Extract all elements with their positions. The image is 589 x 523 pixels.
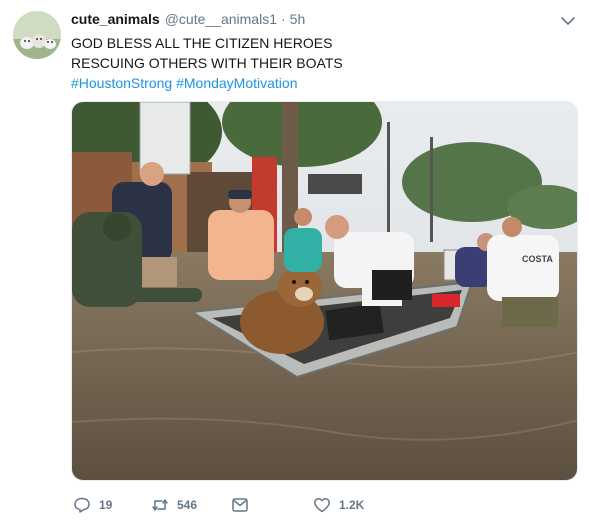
- reply-icon: [74, 497, 90, 513]
- direct-message-icon: [232, 498, 248, 512]
- heart-icon: [314, 498, 330, 513]
- timestamp[interactable]: 5h: [290, 11, 306, 27]
- reply-button[interactable]: 19: [73, 492, 112, 518]
- chevron-down-icon[interactable]: [559, 12, 577, 30]
- separator: ·: [281, 11, 286, 27]
- tweet-photo[interactable]: COSTA: [71, 101, 578, 481]
- avatar[interactable]: [13, 11, 61, 59]
- user-handle[interactable]: @cute__animals1: [165, 11, 277, 27]
- tweet-actions: 19 546 1.2K: [71, 492, 578, 518]
- hashtag-mondaymotivation[interactable]: #MondayMotivation: [176, 75, 297, 91]
- retweet-count: 546: [177, 498, 198, 512]
- costa-shirt-logo: COSTA: [522, 254, 553, 264]
- like-button[interactable]: 1.2K: [313, 492, 364, 518]
- retweet-icon: [152, 499, 168, 511]
- retweet-button[interactable]: 546: [151, 492, 197, 518]
- tweet-card[interactable]: cute_animals @cute__animals1 · 5h GOD BL…: [0, 0, 589, 523]
- like-count: 1.2K: [339, 498, 365, 512]
- tweet-header: cute_animals @cute__animals1 · 5h: [71, 11, 305, 31]
- tweet-text-line-1: GOD BLESS ALL THE CITIZEN HEROES: [71, 35, 333, 51]
- hashtags: #HoustonStrong #MondayMotivation: [71, 73, 571, 93]
- avatar-image: [13, 11, 61, 59]
- reply-count: 19: [99, 498, 113, 512]
- photo-flood-rescue: COSTA: [72, 102, 577, 480]
- hashtag-houstonstrong[interactable]: #HoustonStrong: [71, 75, 172, 91]
- display-name[interactable]: cute_animals: [71, 11, 160, 27]
- tweet-text: GOD BLESS ALL THE CITIZEN HEROES RESCUIN…: [71, 33, 571, 93]
- direct-message-button[interactable]: [231, 492, 249, 518]
- tweet-text-line-2: RESCUING OTHERS WITH THEIR BOATS: [71, 55, 343, 71]
